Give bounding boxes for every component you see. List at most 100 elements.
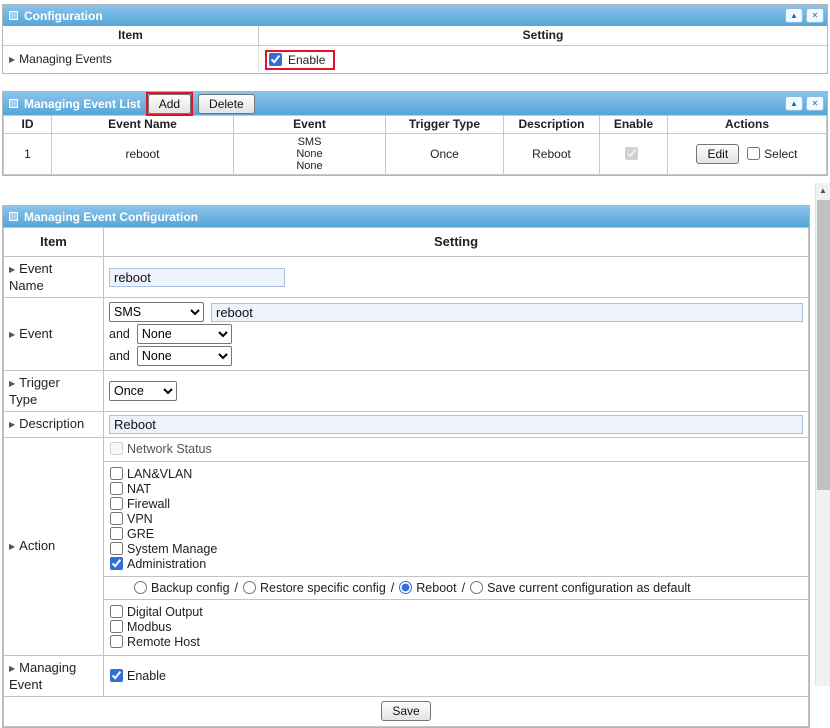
modbus-checkbox[interactable]	[110, 620, 123, 633]
event-and2-select[interactable]: None	[137, 346, 232, 366]
reboot-radio[interactable]	[399, 581, 412, 594]
digital-output-checkbox[interactable]	[110, 605, 123, 618]
description-row: ▶Description	[4, 412, 809, 438]
scroll-up-button[interactable]: ▲	[816, 183, 830, 199]
cell-enable	[600, 134, 668, 175]
trigger-type-row: ▶Trigger Type Once	[4, 371, 809, 412]
description-input[interactable]	[109, 415, 803, 434]
content: Configuration ▲ ✕ Item Setting ▶Managing…	[0, 0, 830, 728]
delete-button[interactable]: Delete	[198, 94, 255, 114]
managing-events-enable-checkbox[interactable]	[269, 53, 282, 66]
event-name-label-cell: ▶Event Name	[4, 257, 104, 298]
vertical-scrollbar[interactable]: ▲	[815, 183, 830, 686]
save-default-config-radio[interactable]	[470, 581, 483, 594]
add-button[interactable]: Add	[148, 94, 191, 114]
save-row: Save	[4, 697, 809, 727]
bullet-icon: ▶	[9, 542, 15, 551]
action-setting-cell: Network Status LAN&VLAN NAT Firewall	[104, 438, 809, 656]
column-header-description: Description	[504, 116, 600, 134]
network-status-row: Network Status	[104, 438, 808, 462]
managing-event-label-cell: ▶Managing Event	[4, 656, 104, 697]
column-header-event: Event	[234, 116, 386, 134]
and-label: and	[109, 327, 130, 341]
lanvlan-label: LAN&VLAN	[127, 467, 192, 481]
action-option-modbus: Modbus	[110, 620, 802, 635]
column-header-setting: Setting	[104, 228, 809, 257]
select-control: Select	[747, 147, 797, 161]
remote-host-checkbox[interactable]	[110, 635, 123, 648]
cell-actions: Edit Select	[668, 134, 827, 175]
description-label-cell: ▶Description	[4, 412, 104, 438]
row-select-checkbox[interactable]	[747, 147, 760, 160]
save-cell: Save	[4, 697, 809, 727]
close-icon: ✕	[812, 11, 819, 20]
column-header-item: Item	[4, 228, 104, 257]
restore-specific-config-radio[interactable]	[243, 581, 256, 594]
save-default-config-label: Save current configuration as default	[487, 581, 691, 595]
action-option-system-manage: System Manage	[110, 542, 802, 557]
column-header-id: ID	[4, 116, 52, 134]
column-header-setting: Setting	[259, 26, 827, 46]
administration-checkbox[interactable]	[110, 557, 123, 570]
row-select-label: Select	[764, 147, 797, 161]
cell-event-name: reboot	[52, 134, 234, 175]
managing-event-configuration-title: Managing Event Configuration	[24, 210, 198, 224]
event-list-header-row: ID Event Name Event Trigger Type Descrip…	[4, 116, 827, 134]
column-header-item: Item	[3, 26, 259, 46]
gre-checkbox[interactable]	[110, 527, 123, 540]
action-label: Action	[19, 538, 55, 553]
configuration-header: Configuration ▲ ✕	[3, 5, 827, 26]
managing-event-enable-checkbox[interactable]	[110, 669, 123, 682]
option-separator: /	[235, 581, 238, 595]
configuration-table: Item Setting ▶Managing Events Enable	[3, 26, 827, 73]
save-button[interactable]: Save	[381, 701, 430, 721]
managing-event-configuration-header: Managing Event Configuration	[3, 206, 809, 227]
collapse-arrow-icon: ▲	[790, 99, 798, 108]
edit-button[interactable]: Edit	[696, 144, 739, 164]
table-row: 1 reboot SMS None None Once Reboot Edit	[4, 134, 827, 175]
scrollbar-thumb[interactable]	[817, 200, 830, 490]
network-status-control: Network Status	[110, 442, 802, 457]
action-checkbox-group: LAN&VLAN NAT Firewall VPN GRE	[104, 462, 808, 576]
event-name-input[interactable]	[109, 268, 285, 287]
event-line-2: None	[234, 148, 385, 160]
action-option-lanvlan: LAN&VLAN	[110, 467, 802, 482]
bullet-icon: ▶	[9, 664, 15, 673]
managing-event-configuration-panel: Managing Event Configuration Item Settin…	[2, 205, 810, 728]
column-header-event-name: Event Name	[52, 116, 234, 134]
event-and1-select[interactable]: None	[137, 324, 232, 344]
event-value-input[interactable]	[211, 303, 803, 322]
event-list-table: ID Event Name Event Trigger Type Descrip…	[3, 115, 827, 175]
option-separator: /	[462, 581, 465, 595]
collapse-button[interactable]: ▲	[785, 96, 803, 111]
backup-config-radio[interactable]	[134, 581, 147, 594]
close-button[interactable]: ✕	[806, 96, 824, 111]
reboot-option: Reboot	[399, 581, 456, 595]
action-option-firewall: Firewall	[110, 497, 802, 512]
trigger-type-select[interactable]: Once	[109, 381, 177, 401]
cell-trigger-type: Once	[386, 134, 504, 175]
collapse-button[interactable]: ▲	[785, 8, 803, 23]
reboot-label: Reboot	[416, 581, 456, 595]
row-enable-checkbox	[625, 147, 638, 160]
managing-event-enable-label: Enable	[127, 669, 166, 683]
vpn-checkbox[interactable]	[110, 512, 123, 525]
bullet-icon: ▶	[9, 55, 15, 64]
nat-checkbox[interactable]	[110, 482, 123, 495]
highlight-box-enable: Enable	[265, 50, 335, 70]
nat-label: NAT	[127, 482, 151, 496]
firewall-checkbox[interactable]	[110, 497, 123, 510]
gre-label: GRE	[127, 527, 154, 541]
save-default-config-option: Save current configuration as default	[470, 581, 691, 595]
system-manage-checkbox[interactable]	[110, 542, 123, 555]
event-type-select[interactable]: SMS	[109, 302, 204, 322]
action-option-digital-output: Digital Output	[110, 605, 802, 620]
administration-options-band: Backup config / Restore specific config …	[104, 576, 808, 600]
row-actions: Edit Select	[668, 144, 826, 164]
event-name-setting-cell	[104, 257, 809, 298]
configuration-title: Configuration	[24, 9, 103, 23]
event-name-label: Event Name	[9, 261, 52, 293]
lanvlan-checkbox[interactable]	[110, 467, 123, 480]
action-option-vpn: VPN	[110, 512, 802, 527]
close-button[interactable]: ✕	[806, 8, 824, 23]
